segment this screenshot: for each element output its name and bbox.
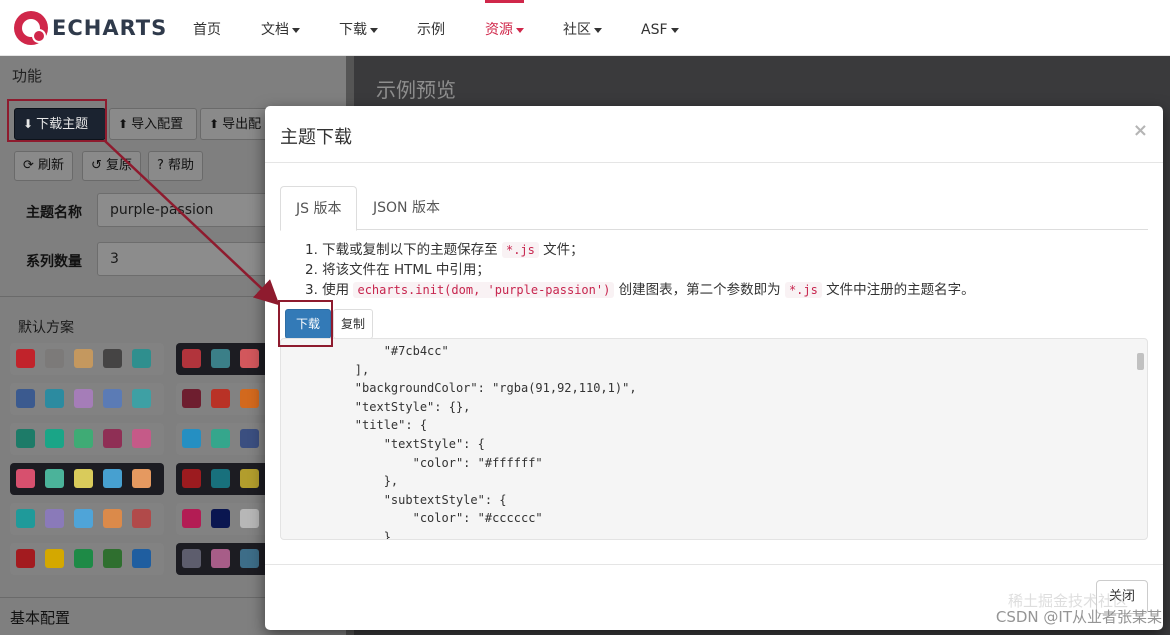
- watermark-csdn: CSDN @IT从业者张某某: [995, 608, 1162, 626]
- annotation-arrow: [104, 140, 280, 306]
